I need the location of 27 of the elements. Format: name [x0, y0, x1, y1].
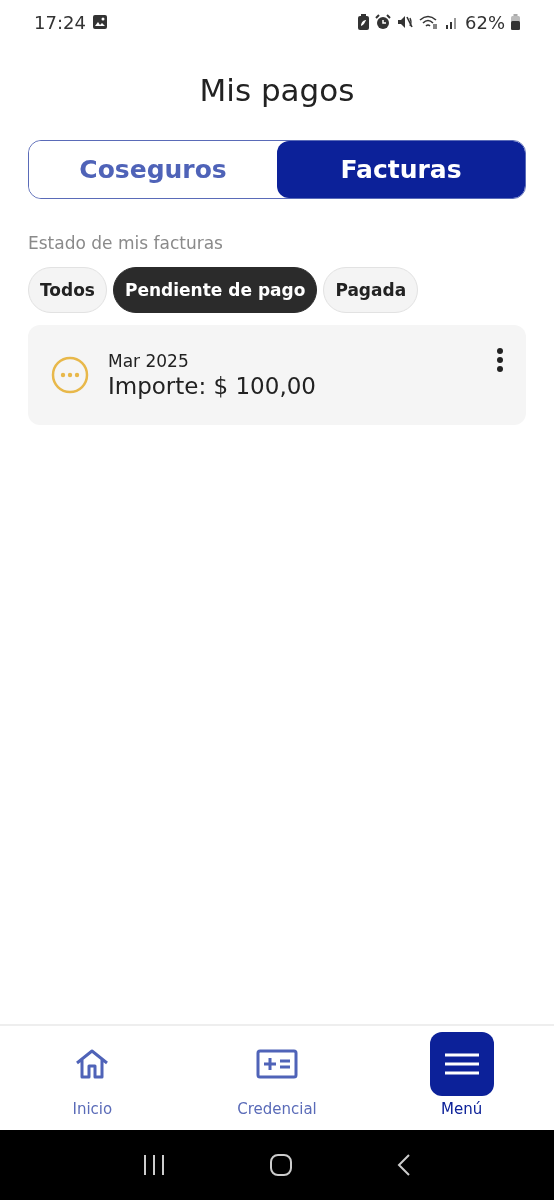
home-icon [74, 1048, 111, 1080]
nav-item[interactable]: Credencial [207, 1032, 347, 1130]
invoice-card[interactable]: Mar 2025 Importe: $ 100,00 [28, 325, 526, 425]
invoice-period: Mar 2025 [108, 351, 190, 371]
battery-saver-icon [358, 14, 369, 30]
filter-label: Estado de mis facturas [28, 233, 224, 253]
filter-chip[interactable]: Pendiente de pago [113, 267, 318, 313]
recent-apps-icon[interactable] [141, 1154, 166, 1176]
nav-item[interactable]: Menú [391, 1032, 532, 1130]
battery-icon [511, 14, 520, 30]
home-button-icon[interactable] [269, 1153, 293, 1177]
back-icon[interactable] [396, 1153, 413, 1177]
nav-item[interactable]: Inicio [22, 1032, 163, 1130]
page-title: Mis pagos [198, 71, 356, 110]
invoice-amount: Importe: $ 100,00 [108, 373, 317, 399]
tab[interactable]: Facturas [277, 141, 525, 198]
image-icon [91, 14, 108, 30]
alarm-icon [375, 14, 391, 30]
wifi-icon [419, 14, 439, 30]
filter-chip[interactable]: Pagada [323, 267, 419, 313]
id-card-icon [256, 1049, 298, 1079]
menu-icon [444, 1052, 479, 1076]
status-time: 17:24 [34, 11, 86, 33]
battery-percent: 62% [465, 11, 505, 33]
more-options-icon[interactable] [496, 347, 504, 373]
mute-icon [397, 14, 413, 30]
filter-chip[interactable]: Todos [28, 267, 107, 313]
